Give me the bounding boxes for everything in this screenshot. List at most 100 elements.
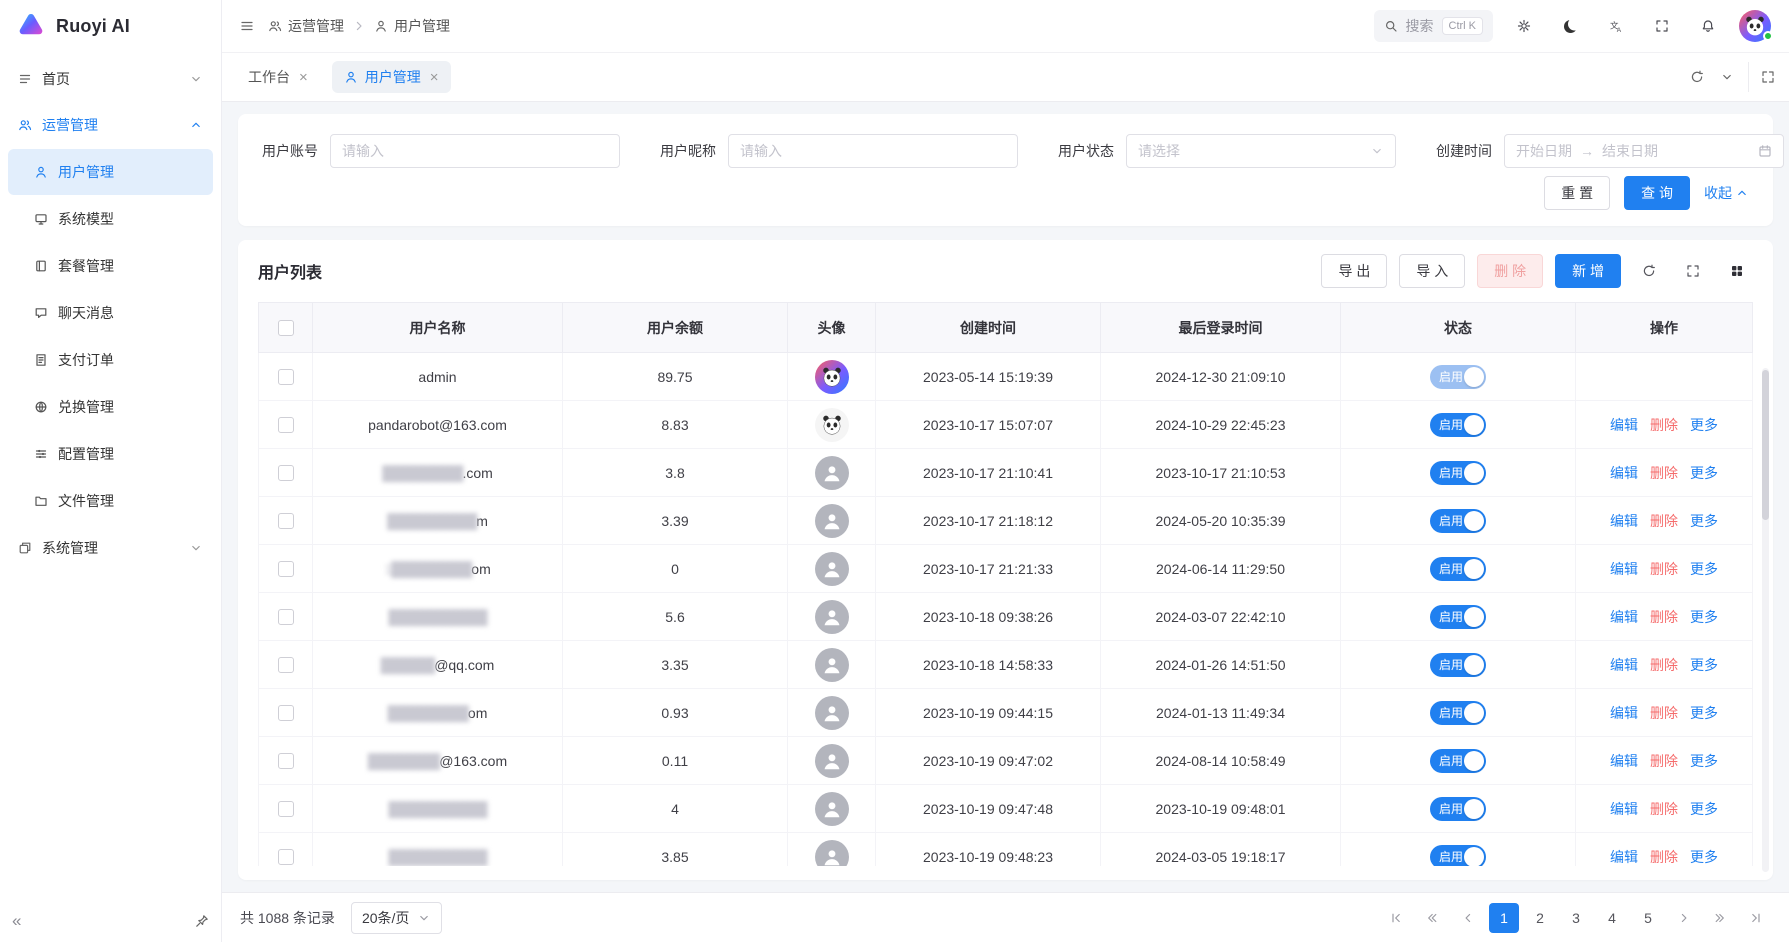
more-link[interactable]: 更多 <box>1690 511 1718 531</box>
status-toggle[interactable]: 启用 <box>1430 845 1486 867</box>
theme-toggle-icon[interactable] <box>1555 11 1585 41</box>
row-checkbox[interactable] <box>278 849 294 865</box>
row-checkbox[interactable] <box>278 801 294 817</box>
sidebar-item-兑换管理[interactable]: 兑换管理 <box>8 384 213 430</box>
edit-link[interactable]: 编辑 <box>1610 799 1638 819</box>
page-button-3[interactable]: 3 <box>1561 903 1591 933</box>
delete-link[interactable]: 删除 <box>1650 463 1678 483</box>
sidebar-item-套餐管理[interactable]: 套餐管理 <box>8 243 213 289</box>
language-icon[interactable]: 文A <box>1601 11 1631 41</box>
prev-page-button[interactable] <box>1453 903 1483 933</box>
edit-link[interactable]: 编辑 <box>1610 463 1638 483</box>
forward-5-pages-button[interactable] <box>1705 903 1735 933</box>
created-time-range-picker[interactable]: 开始日期 → 结束日期 <box>1504 134 1784 168</box>
more-link[interactable]: 更多 <box>1690 415 1718 435</box>
row-checkbox[interactable] <box>278 465 294 481</box>
page-button-2[interactable]: 2 <box>1525 903 1555 933</box>
refresh-tab-icon[interactable] <box>1682 62 1712 92</box>
user-account-input[interactable] <box>330 134 620 168</box>
sidebar-item-聊天消息[interactable]: 聊天消息 <box>8 290 213 336</box>
status-toggle[interactable]: 启用 <box>1430 653 1486 677</box>
sidebar-item-配置管理[interactable]: 配置管理 <box>8 431 213 477</box>
edit-link[interactable]: 编辑 <box>1610 607 1638 627</box>
sidebar-item-文件管理[interactable]: 文件管理 <box>8 478 213 524</box>
page-button-4[interactable]: 4 <box>1597 903 1627 933</box>
sidebar-collapse-button[interactable]: « <box>12 911 21 931</box>
status-toggle[interactable]: 启用 <box>1430 797 1486 821</box>
sidebar-item-operations[interactable]: 运营管理 <box>0 102 221 148</box>
delete-link[interactable]: 删除 <box>1650 847 1678 867</box>
row-checkbox[interactable] <box>278 561 294 577</box>
column-settings-icon[interactable] <box>1721 255 1753 287</box>
delete-link[interactable]: 删除 <box>1650 415 1678 435</box>
edit-link[interactable]: 编辑 <box>1610 559 1638 579</box>
sidebar-item-system[interactable]: 系统管理 <box>0 525 221 571</box>
delete-link[interactable]: 删除 <box>1650 703 1678 723</box>
search-button[interactable]: 查 询 <box>1624 176 1690 210</box>
more-link[interactable]: 更多 <box>1690 799 1718 819</box>
export-button[interactable]: 导 出 <box>1321 254 1387 288</box>
refresh-table-icon[interactable] <box>1633 255 1665 287</box>
row-checkbox[interactable] <box>278 753 294 769</box>
reset-button[interactable]: 重 置 <box>1544 176 1610 210</box>
more-link[interactable]: 更多 <box>1690 463 1718 483</box>
sidebar-item-系统模型[interactable]: 系统模型 <box>8 196 213 242</box>
status-toggle[interactable]: 启用 <box>1430 365 1486 389</box>
edit-link[interactable]: 编辑 <box>1610 655 1638 675</box>
status-toggle[interactable]: 启用 <box>1430 701 1486 725</box>
breadcrumb-user-management[interactable]: 用户管理 <box>374 16 450 36</box>
row-checkbox[interactable] <box>278 417 294 433</box>
user-nickname-input[interactable] <box>728 134 1018 168</box>
collapse-filters-link[interactable]: 收起 <box>1704 183 1749 203</box>
more-link[interactable]: 更多 <box>1690 703 1718 723</box>
sidebar-item-支付订单[interactable]: 支付订单 <box>8 337 213 383</box>
select-all-checkbox[interactable] <box>278 320 294 336</box>
content-fullscreen-icon[interactable] <box>1748 62 1775 92</box>
delete-link[interactable]: 删除 <box>1650 751 1678 771</box>
settings-icon[interactable] <box>1509 11 1539 41</box>
notifications-icon[interactable] <box>1693 11 1723 41</box>
scrollbar-thumb[interactable] <box>1762 370 1769 520</box>
first-page-button[interactable] <box>1381 903 1411 933</box>
delete-button[interactable]: 删 除 <box>1477 254 1543 288</box>
status-toggle[interactable]: 启用 <box>1430 557 1486 581</box>
import-button[interactable]: 导 入 <box>1399 254 1465 288</box>
page-button-5[interactable]: 5 <box>1633 903 1663 933</box>
page-button-1[interactable]: 1 <box>1489 903 1519 933</box>
last-page-button[interactable] <box>1741 903 1771 933</box>
more-link[interactable]: 更多 <box>1690 655 1718 675</box>
breadcrumb-operations[interactable]: 运营管理 <box>268 16 344 36</box>
logo[interactable]: Ruoyi AI <box>0 0 221 52</box>
delete-link[interactable]: 删除 <box>1650 559 1678 579</box>
row-checkbox[interactable] <box>278 369 294 385</box>
delete-link[interactable]: 删除 <box>1650 511 1678 531</box>
row-checkbox[interactable] <box>278 705 294 721</box>
edit-link[interactable]: 编辑 <box>1610 415 1638 435</box>
more-link[interactable]: 更多 <box>1690 607 1718 627</box>
close-tab-icon[interactable]: × <box>430 70 439 85</box>
user-status-select[interactable]: 请选择 <box>1126 134 1396 168</box>
status-toggle[interactable]: 启用 <box>1430 413 1486 437</box>
global-search[interactable]: 搜索 Ctrl K <box>1374 10 1494 42</box>
edit-link[interactable]: 编辑 <box>1610 703 1638 723</box>
menu-toggle-icon[interactable] <box>240 19 254 33</box>
status-toggle[interactable]: 启用 <box>1430 461 1486 485</box>
row-checkbox[interactable] <box>278 513 294 529</box>
user-avatar[interactable] <box>1739 10 1771 42</box>
table-scrollbar[interactable] <box>1762 368 1769 872</box>
status-toggle[interactable]: 启用 <box>1430 509 1486 533</box>
more-link[interactable]: 更多 <box>1690 751 1718 771</box>
add-button[interactable]: 新 增 <box>1555 254 1621 288</box>
tab-menu-icon[interactable] <box>1712 62 1742 92</box>
table-fullscreen-icon[interactable] <box>1677 255 1709 287</box>
more-link[interactable]: 更多 <box>1690 847 1718 867</box>
row-checkbox[interactable] <box>278 609 294 625</box>
fullscreen-icon[interactable] <box>1647 11 1677 41</box>
close-tab-icon[interactable]: × <box>299 70 308 85</box>
back-5-pages-button[interactable] <box>1417 903 1447 933</box>
status-toggle[interactable]: 启用 <box>1430 605 1486 629</box>
edit-link[interactable]: 编辑 <box>1610 847 1638 867</box>
delete-link[interactable]: 删除 <box>1650 655 1678 675</box>
status-toggle[interactable]: 启用 <box>1430 749 1486 773</box>
pin-icon[interactable] <box>195 914 209 928</box>
